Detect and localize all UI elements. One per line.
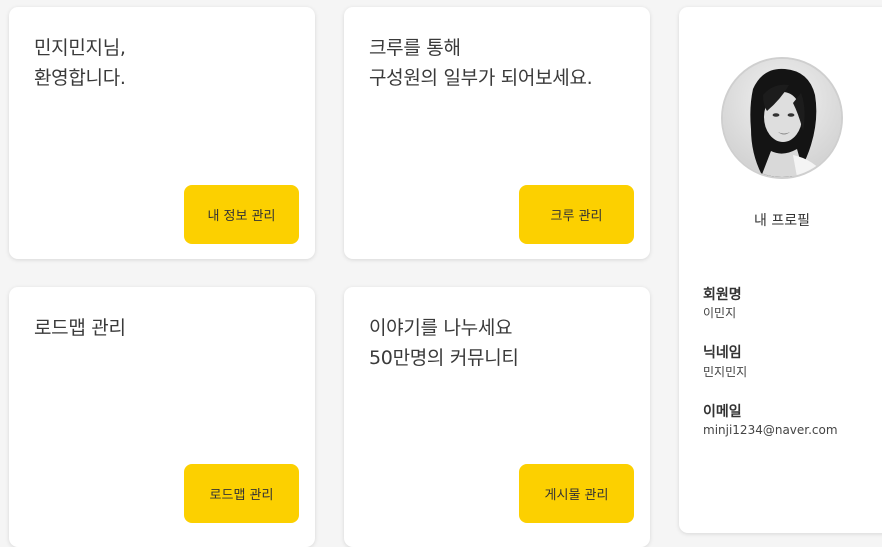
- community-text-line-1: 이야기를 나누세요: [369, 317, 513, 339]
- welcome-text: 민지민지님, 환영합니다.: [34, 33, 126, 93]
- roadmap-text-line-1: 로드맵 관리: [34, 317, 126, 339]
- roadmap-card: 로드맵 관리 로드맵 관리: [9, 287, 315, 547]
- crew-text-line-1: 크루를 통해: [369, 37, 461, 59]
- profile-photo-icon: [723, 59, 841, 177]
- roadmap-text: 로드맵 관리: [34, 313, 126, 343]
- member-name-value: 이민지: [703, 306, 737, 320]
- crew-text: 크루를 통해 구성원의 일부가 되어보세요.: [369, 33, 593, 93]
- crew-text-line-2: 구성원의 일부가 되어보세요.: [369, 67, 593, 89]
- member-name-label: 회원명: [703, 287, 742, 303]
- profile-title: 내 프로필: [754, 213, 810, 229]
- roadmap-manage-button[interactable]: 로드맵 관리: [184, 464, 299, 523]
- nickname-value: 민지민지: [703, 365, 748, 379]
- welcome-greeting: 민지민지님,: [34, 37, 126, 59]
- welcome-card: 민지민지님, 환영합니다. 내 정보 관리: [9, 7, 315, 259]
- post-manage-button[interactable]: 게시물 관리: [519, 464, 634, 523]
- community-text-line-2: 50만명의 커뮤니티: [369, 347, 519, 369]
- nickname-label: 닉네임: [703, 345, 742, 361]
- email-value: minji1234@naver.com: [703, 423, 838, 437]
- my-info-button[interactable]: 내 정보 관리: [184, 185, 299, 244]
- community-card: 이야기를 나누세요 50만명의 커뮤니티 게시물 관리: [344, 287, 650, 547]
- email-label: 이메일: [703, 404, 742, 420]
- community-text: 이야기를 나누세요 50만명의 커뮤니티: [369, 313, 519, 373]
- welcome-subtext: 환영합니다.: [34, 67, 126, 89]
- crew-manage-button[interactable]: 크루 관리: [519, 185, 634, 244]
- profile-card: 내 프로필 회원명 이민지 닉네임 민지민지 이메일 minji1234@nav…: [679, 7, 882, 533]
- avatar: [721, 57, 843, 179]
- crew-card: 크루를 통해 구성원의 일부가 되어보세요. 크루 관리: [344, 7, 650, 259]
